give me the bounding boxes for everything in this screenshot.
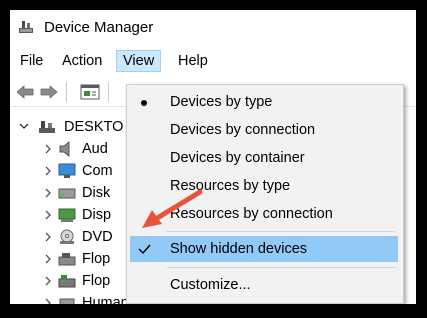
chevron-right-icon[interactable] [42, 292, 54, 304]
toolbar-separator [108, 82, 109, 102]
audio-icon [58, 140, 76, 158]
chevron-right-icon[interactable] [42, 248, 54, 270]
back-arrow-icon[interactable] [16, 84, 34, 105]
tree-item-label: Aud [82, 141, 108, 157]
menu-separator [167, 267, 395, 268]
menu-item-label: Customize... [170, 277, 251, 293]
chevron-right-icon[interactable] [42, 160, 54, 182]
menu-item-label: Resources by type [170, 178, 291, 194]
menu-item-label: Devices by type [170, 94, 273, 110]
tree-item-label: Disk [82, 185, 111, 201]
menu-file[interactable]: File [14, 50, 49, 72]
dvd-drive-icon [58, 229, 76, 245]
tree-item-label: Disp [82, 207, 112, 223]
tree-item-label: DVD [82, 229, 113, 245]
menu-item-devices-by-connection[interactable]: Devices by connection [130, 117, 398, 143]
computer-icon [38, 119, 56, 135]
radio-bullet-icon [130, 89, 158, 115]
menu-item-devices-by-type[interactable]: Devices by type [130, 89, 398, 115]
menu-separator [167, 231, 395, 232]
menu-bar: File Action View Help [10, 48, 416, 74]
disk-drive-icon [58, 185, 76, 201]
menu-item-customize[interactable]: Customize... [130, 272, 398, 298]
tree-item-label: Flop [82, 273, 111, 289]
menu-item-devices-by-container[interactable]: Devices by container [130, 145, 398, 171]
chevron-right-icon[interactable] [42, 182, 54, 204]
menu-item-label: Devices by connection [170, 122, 316, 138]
floppy-controller-icon [58, 273, 76, 289]
device-manager-window: Device Manager File Action View Help DES… [10, 10, 416, 304]
chevron-right-icon[interactable] [42, 226, 54, 248]
device-manager-icon [18, 19, 34, 35]
toolbar-separator [66, 82, 67, 102]
display-adapter-icon [58, 207, 76, 223]
menu-item-label: Show hidden devices [170, 241, 308, 257]
properties-icon[interactable] [80, 84, 100, 105]
menu-item-resources-by-type[interactable]: Resources by type [130, 173, 398, 199]
chevron-right-icon[interactable] [42, 138, 54, 160]
chevron-right-icon[interactable] [42, 204, 54, 226]
menu-help[interactable]: Help [172, 50, 214, 72]
menu-item-resources-by-connection[interactable]: Resources by connection [130, 201, 398, 227]
menu-item-label: Resources by connection [170, 206, 333, 222]
monitor-icon [58, 163, 76, 179]
menu-action[interactable]: Action [56, 50, 108, 72]
chevron-down-icon[interactable] [18, 116, 30, 138]
floppy-drive-icon [58, 251, 76, 267]
title-bar: Device Manager [10, 10, 416, 46]
hid-icon [58, 295, 76, 304]
tree-item-label: Flop [82, 251, 111, 267]
checkmark-icon [130, 236, 158, 262]
chevron-right-icon[interactable] [42, 270, 54, 292]
menu-view[interactable]: View [116, 50, 162, 72]
menu-item-label: Devices by container [170, 150, 305, 166]
menu-item-show-hidden-devices[interactable]: Show hidden devices [130, 236, 398, 262]
view-menu-dropdown: Devices by type Devices by connection De… [126, 84, 404, 304]
forward-arrow-icon[interactable] [40, 84, 58, 105]
tree-item-label: Com [82, 163, 113, 179]
window-title: Device Manager [44, 19, 154, 36]
tree-root-label: DESKTO [64, 119, 124, 135]
